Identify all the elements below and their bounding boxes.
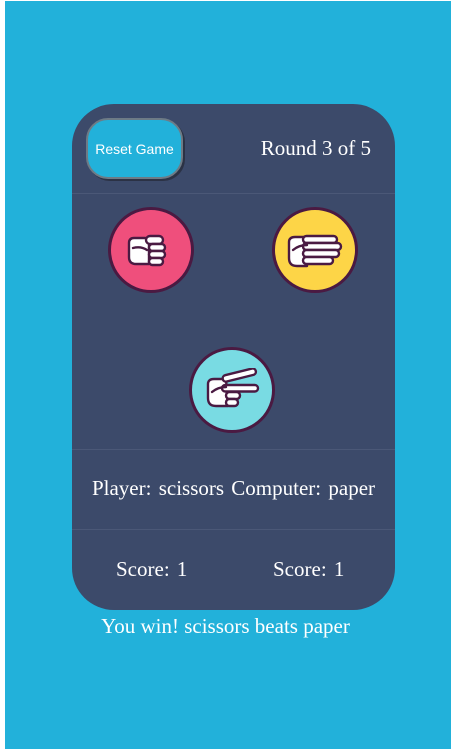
divider xyxy=(72,193,395,194)
player-score-value: 1 xyxy=(176,557,188,581)
player-score-label: Score: xyxy=(116,557,170,581)
round-counter: Round 3 of 5 xyxy=(260,136,371,160)
computer-pick-value: paper xyxy=(328,476,376,500)
scissors-choice-button[interactable] xyxy=(189,347,275,433)
computer-score: Score: 1 xyxy=(273,557,344,582)
divider xyxy=(72,449,395,450)
computer-pick-label: Computer: xyxy=(231,476,322,500)
reset-game-button[interactable]: Reset Game xyxy=(86,118,183,179)
computer-score-value: 1 xyxy=(333,557,345,581)
player-pick-value: scissors xyxy=(158,476,225,500)
paper-choice-button[interactable] xyxy=(272,207,358,293)
picks-summary: Player: scissors Computer: paper xyxy=(72,476,395,501)
game-card: Reset Game Round 3 of 5 Player: scissors… xyxy=(72,104,395,610)
player-score: Score: 1 xyxy=(116,557,187,582)
fist-hand-icon xyxy=(127,234,167,267)
divider xyxy=(72,529,395,530)
computer-score-label: Score: xyxy=(273,557,327,581)
player-pick-label: Player: xyxy=(91,476,152,500)
result-message: You win! scissors beats paper xyxy=(101,614,350,638)
scissors-hand-icon xyxy=(206,368,260,408)
flat-hand-icon xyxy=(287,234,343,268)
rock-choice-button[interactable] xyxy=(108,207,194,293)
